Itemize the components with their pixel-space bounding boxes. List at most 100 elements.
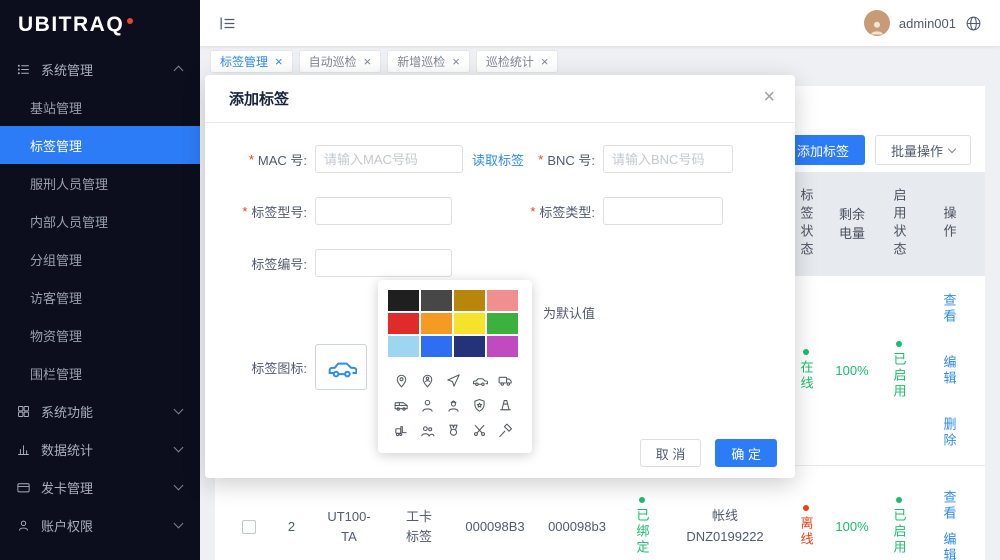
tab-新增巡检[interactable]: 新增巡检 ×: [387, 50, 470, 73]
tab-label: 新增巡检: [397, 53, 445, 70]
sidebar-item-系统管理[interactable]: 系统管理: [0, 50, 200, 88]
color-swatch[interactable]: [388, 336, 419, 357]
model-label: *标签型号:: [229, 202, 307, 221]
person-icon[interactable]: [419, 397, 436, 414]
car-icon[interactable]: [471, 372, 488, 389]
tab-label: 巡检统计: [486, 53, 534, 70]
location-pin-icon[interactable]: [393, 372, 410, 389]
model-input[interactable]: [315, 197, 452, 225]
sidebar-item-发卡管理[interactable]: 发卡管理: [0, 468, 200, 506]
enable-cell: 已启用: [876, 466, 922, 560]
op-link-查看[interactable]: 查看: [940, 293, 959, 325]
sidebar-item-label: 服刑人员管理: [30, 174, 108, 193]
sidebar-item-数据统计[interactable]: 数据统计: [0, 430, 200, 468]
color-swatch[interactable]: [487, 290, 518, 311]
police-icon[interactable]: [445, 397, 462, 414]
bnc-label: *BNC 号:: [529, 150, 595, 169]
color-swatch[interactable]: [421, 336, 452, 357]
person-pin-icon[interactable]: [419, 372, 436, 389]
bnc-input[interactable]: [603, 145, 733, 173]
scissors-icon[interactable]: [471, 422, 488, 439]
close-icon[interactable]: ×: [763, 87, 775, 107]
op-link-编辑[interactable]: 编辑: [940, 532, 959, 560]
topbar: admin001: [200, 0, 1000, 46]
color-swatch[interactable]: [454, 290, 485, 311]
globe-icon[interactable]: [965, 15, 982, 32]
color-swatch[interactable]: [454, 336, 485, 357]
status-cell: 离线: [784, 466, 828, 560]
tab-自动巡检[interactable]: 自动巡检×: [299, 50, 382, 73]
hammer-icon[interactable]: [497, 422, 514, 439]
color-swatch[interactable]: [388, 313, 419, 334]
van-icon[interactable]: [393, 397, 410, 414]
mac-input[interactable]: [315, 145, 463, 173]
sidebar-item-系统功能[interactable]: 系统功能: [0, 392, 200, 430]
tab-巡检统计[interactable]: 巡检统计 ×: [476, 50, 559, 73]
sidebar-item-服刑人员管理[interactable]: 服刑人员管理: [0, 164, 200, 202]
bind-cell: 已绑定: [618, 466, 666, 560]
sidebar-menu: 系统管理基站管理标签管理服刑人员管理内部人员管理分组管理访客管理物资管理围栏管理…: [0, 50, 200, 544]
sidebar-item-label: 内部人员管理: [30, 212, 108, 231]
chevron-down-icon: [948, 144, 956, 152]
color-swatch[interactable]: [421, 290, 452, 311]
list-icon: [16, 62, 31, 77]
column-header-battery: 剩余电量: [828, 172, 876, 276]
read-tag-link[interactable]: 读取标签: [472, 150, 524, 169]
sidebar-item-账户权限[interactable]: 账户权限: [0, 506, 200, 544]
ops-cell: 查看编辑: [922, 466, 976, 560]
mac-label: *MAC 号:: [229, 150, 307, 169]
color-swatch[interactable]: [388, 290, 419, 311]
required-mark: *: [242, 204, 247, 219]
cancel-button[interactable]: 取 消: [640, 439, 702, 467]
sidebar-item-label: 基站管理: [30, 98, 82, 117]
user-icon: [16, 518, 31, 533]
target-cell: 帐线DNZ0199222: [666, 466, 784, 560]
username[interactable]: admin001: [899, 16, 956, 31]
navigation-arrow-icon[interactable]: [445, 372, 462, 389]
collapse-menu-icon[interactable]: [218, 14, 237, 33]
row-checkbox[interactable]: [242, 520, 256, 534]
sidebar-item-内部人员管理[interactable]: 内部人员管理: [0, 202, 200, 240]
forklift-icon[interactable]: [393, 422, 410, 439]
status-dot: [896, 341, 902, 347]
medal-icon[interactable]: [445, 422, 462, 439]
tab-标签管理[interactable]: 标签管理×: [210, 50, 293, 73]
color-swatch[interactable]: [487, 313, 518, 334]
type-cell: 工卡标签: [384, 466, 454, 560]
close-tab-icon[interactable]: ×: [275, 55, 283, 68]
chevron-down-icon: [174, 443, 184, 453]
sidebar-item-访客管理[interactable]: 访客管理: [0, 278, 200, 316]
sidebar-item-基站管理[interactable]: 基站管理: [0, 88, 200, 126]
type-input[interactable]: [603, 197, 723, 225]
color-swatch[interactable]: [487, 336, 518, 357]
code-field-group: 标签编号:: [229, 249, 452, 277]
op-link-删除[interactable]: 删除: [940, 417, 959, 449]
cone-icon[interactable]: [497, 397, 514, 414]
selected-tag-icon[interactable]: [315, 344, 367, 390]
color-swatch[interactable]: [454, 313, 485, 334]
close-tab-icon[interactable]: ×: [364, 55, 372, 68]
brand-logo-dot-icon: [127, 18, 133, 24]
sidebar-item-围栏管理[interactable]: 围栏管理: [0, 354, 200, 392]
code-input[interactable]: [315, 249, 452, 277]
grid-icon: [16, 404, 31, 419]
icon-picker-popup: [378, 280, 532, 453]
sidebar-item-物资管理[interactable]: 物资管理: [0, 316, 200, 354]
shield-icon[interactable]: [471, 397, 488, 414]
confirm-button[interactable]: 确 定: [715, 439, 777, 467]
close-tab-icon[interactable]: ×: [452, 55, 460, 68]
color-swatch[interactable]: [421, 313, 452, 334]
sidebar-item-分组管理[interactable]: 分组管理: [0, 240, 200, 278]
truck-icon[interactable]: [497, 372, 514, 389]
people-group-icon[interactable]: [419, 422, 436, 439]
column-header-ops: 操作: [922, 172, 976, 276]
chevron-down-icon: [174, 519, 184, 529]
close-tab-icon[interactable]: ×: [541, 55, 549, 68]
op-link-编辑[interactable]: 编辑: [940, 355, 959, 387]
status-dot: [803, 505, 809, 511]
op-link-查看[interactable]: 查看: [940, 490, 959, 522]
brand-logo: UBITRAQ: [0, 0, 200, 50]
batch-actions-button[interactable]: 批量操作: [875, 135, 971, 165]
avatar[interactable]: [864, 10, 890, 36]
sidebar-item-标签管理[interactable]: 标签管理: [0, 126, 200, 164]
